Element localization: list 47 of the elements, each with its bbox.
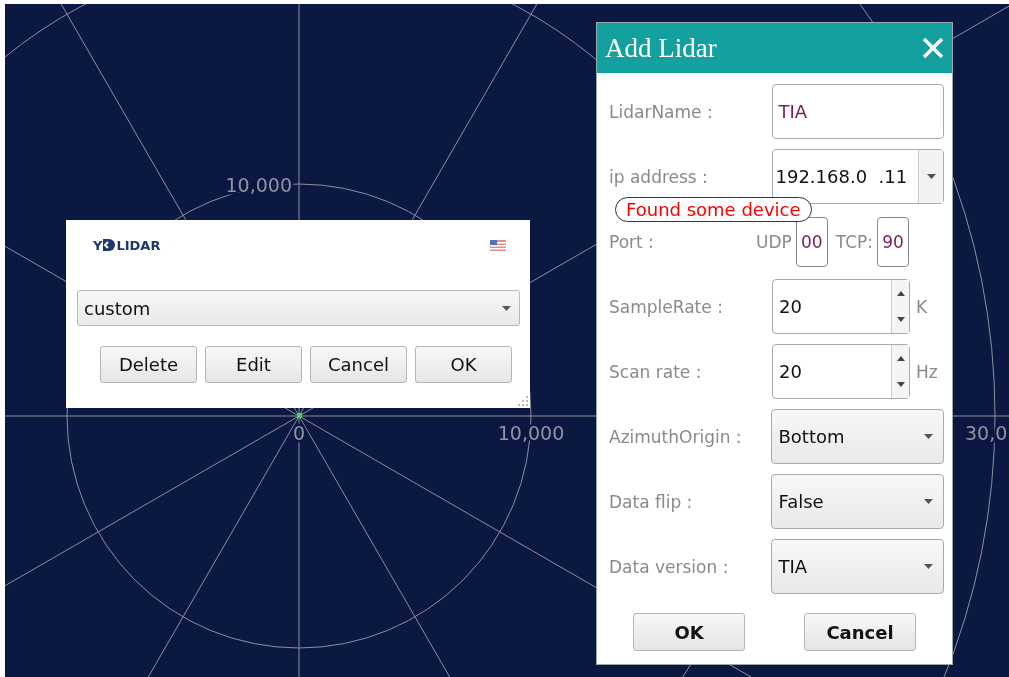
flag-icon[interactable] xyxy=(490,239,506,251)
up-arrow-icon[interactable] xyxy=(896,355,905,361)
profile-dropdown[interactable]: custom xyxy=(77,290,520,326)
dialog-button[interactable]: Edit xyxy=(205,346,302,383)
field-label: SampleRate : xyxy=(609,296,724,317)
caret-icon xyxy=(926,174,936,179)
down-arrow-icon[interactable] xyxy=(896,317,905,323)
dropdown[interactable]: TIA xyxy=(771,539,944,594)
dialog-button[interactable]: Cancel xyxy=(310,346,407,383)
caret-icon xyxy=(924,499,933,504)
dialog-button[interactable]: OK xyxy=(415,346,512,383)
field-label: Data version : xyxy=(609,556,730,577)
field-label: ip address : xyxy=(609,166,709,187)
spin-field[interactable]: 20 xyxy=(772,344,910,399)
axis-tick-label: 0 xyxy=(292,422,306,444)
field-label: Scan rate : xyxy=(609,361,703,382)
caret-icon xyxy=(924,434,933,439)
udp-label: UDP xyxy=(756,231,792,252)
unit-label: K xyxy=(916,296,928,317)
tcp-label: TCP: xyxy=(835,231,874,252)
udp-port-field[interactable]: 00 xyxy=(795,216,828,267)
dialog-button[interactable]: Delete xyxy=(100,346,197,383)
lidar-name-field[interactable]: TIA xyxy=(771,84,944,139)
caret-icon xyxy=(502,305,511,311)
dialog-title: Add Lidar xyxy=(605,32,717,64)
origin-marker xyxy=(297,413,302,418)
up-arrow-icon[interactable] xyxy=(896,290,905,296)
unit-label: Hz xyxy=(916,361,938,382)
close-icon[interactable] xyxy=(922,37,944,59)
device-found-tooltip: Found some device xyxy=(615,197,812,222)
logo-text: LIDAR xyxy=(116,237,161,253)
field-label: Data flip : xyxy=(609,491,694,512)
logo-mark-icon xyxy=(103,239,116,251)
down-arrow-icon[interactable] xyxy=(896,382,905,388)
spin-field[interactable]: 20 xyxy=(772,279,910,334)
dialog-button[interactable]: OK xyxy=(633,613,745,651)
dropdown[interactable]: False xyxy=(771,474,944,529)
axis-tick-label: 10,000 xyxy=(225,174,292,196)
resize-grip-icon[interactable] xyxy=(518,396,528,406)
field-label: LidarName : xyxy=(609,101,714,122)
caret-icon xyxy=(924,564,933,569)
axis-tick-label: 10,000 xyxy=(497,422,565,444)
field-label: AzimuthOrigin : xyxy=(609,426,743,447)
dialog-button[interactable]: Cancel xyxy=(804,613,916,651)
logo-text: Y xyxy=(93,237,103,253)
tcp-port-field[interactable]: 90 xyxy=(877,216,910,267)
dropdown[interactable]: Bottom xyxy=(771,409,944,464)
